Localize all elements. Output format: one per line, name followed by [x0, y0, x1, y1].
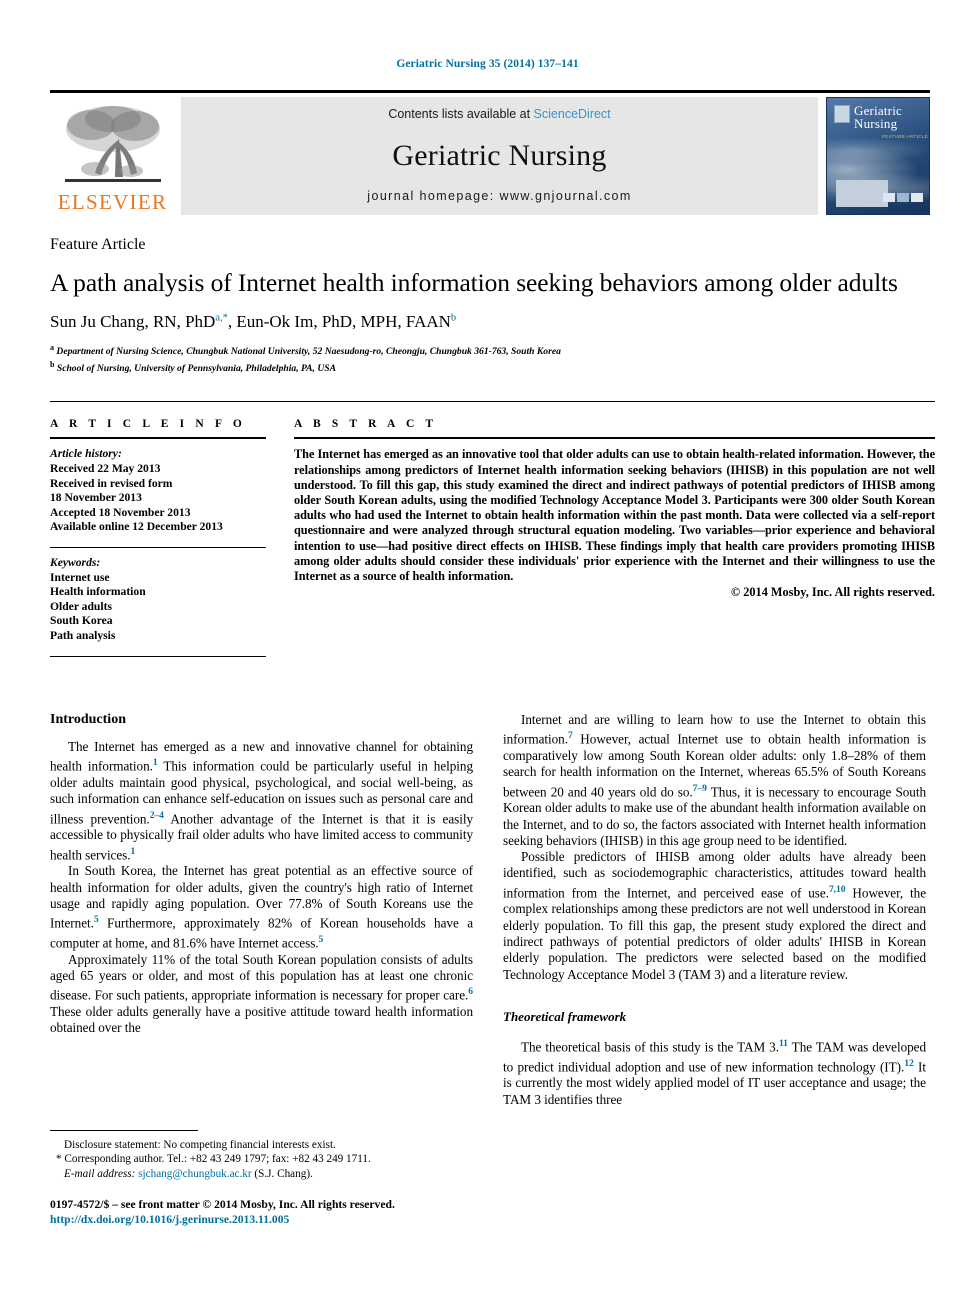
elsevier-logo: ELSEVIER	[50, 97, 175, 215]
issn-copyright-line: 0197-4572/$ – see front matter © 2014 Mo…	[50, 1198, 395, 1211]
affiliation-a-text: Department of Nursing Science, Chungbuk …	[56, 346, 561, 358]
page-title: A path analysis of Internet health infor…	[50, 268, 898, 297]
abstract-column: A B S T R A C T The Internet has emerged…	[294, 418, 935, 656]
article-info-rule	[50, 437, 266, 440]
citation-ref[interactable]: 11	[779, 1038, 788, 1049]
heading-theoretical-framework: Theoretical framework	[503, 1008, 627, 1024]
article-info-heading: A R T I C L E I N F O	[50, 418, 246, 431]
citation-ref[interactable]: 5	[319, 934, 324, 945]
abstract-copyright: © 2014 Mosby, Inc. All rights reserved.	[731, 585, 935, 600]
cover-badges	[883, 193, 923, 202]
footnote-rule	[50, 1130, 198, 1131]
footnote-email: E-mail address: sjchang@chungbuk.ac.kr (…	[50, 1167, 473, 1181]
paragraph-text: These older adults generally have a posi…	[50, 1003, 473, 1036]
keyword-item: Health information	[50, 585, 146, 599]
abstract-rule	[294, 437, 935, 440]
article-section-label: Feature Article	[50, 236, 146, 253]
citation-ref[interactable]: 6	[468, 986, 473, 997]
body-paragraph: Internet and are willing to learn how to…	[503, 712, 926, 849]
contents-prefix: Contents lists available at	[388, 107, 534, 121]
page-footer: 0197-4572/$ – see front matter © 2014 Mo…	[50, 1197, 610, 1227]
paragraph-text: Furthermore, approximately 82% of Korean…	[50, 915, 473, 951]
elsevier-wordmark: ELSEVIER	[57, 190, 168, 214]
keyword-item: South Korea	[50, 614, 113, 628]
article-info-column: A R T I C L E I N F O Article history: R…	[50, 418, 266, 657]
keywords-rule-bottom	[50, 655, 266, 657]
body-paragraph: Possible predictors of IHISB among older…	[503, 849, 926, 983]
cover-label-box	[836, 180, 888, 207]
journal-cover-thumbnail: Geriatric Nursing FEATURE ARTICLE	[826, 97, 930, 215]
contents-lists-line: Contents lists available at ScienceDirec…	[388, 107, 610, 121]
left-paragraphs: The Internet has emerged as a new and in…	[50, 739, 473, 1036]
history-item: 18 November 2013	[50, 491, 142, 505]
history-item: Available online 12 December 2013	[50, 520, 223, 534]
abstract-heading: A B S T R A C T	[294, 418, 438, 431]
footnotes-block: Disclosure statement: No competing finan…	[50, 1130, 473, 1181]
running-head: Geriatric Nursing 35 (2014) 137–141	[396, 58, 579, 70]
elsevier-tree-icon	[64, 106, 161, 182]
author-2: , Eun-Ok Im, PhD, MPH, FAAN	[227, 312, 451, 331]
sciencedirect-link[interactable]: ScienceDirect	[534, 107, 611, 121]
author-2-affil-marker[interactable]: b	[451, 312, 456, 323]
paragraph-text: Approximately 11% of the total South Kor…	[50, 951, 473, 1003]
citation-ref[interactable]: 7,10	[829, 884, 846, 895]
right-paragraphs-2: The theoretical basis of this study is t…	[503, 1036, 926, 1108]
body-column-left: Introduction The Internet has emerged as…	[50, 712, 473, 1108]
cover-title: Geriatric Nursing	[854, 104, 925, 130]
journal-homepage[interactable]: journal homepage: www.gnjournal.com	[367, 189, 631, 203]
body-paragraph: Approximately 11% of the total South Kor…	[50, 952, 473, 1037]
cover-elsevier-mark-icon	[834, 105, 850, 123]
title-block: Feature Article A path analysis of Inter…	[50, 236, 925, 375]
email-suffix: (S.J. Chang).	[254, 1167, 313, 1180]
abstract-text: The Internet has emerged as an innovativ…	[294, 447, 935, 583]
keywords-rule-top	[50, 546, 266, 548]
cover-title-line2: Nursing	[854, 116, 898, 131]
affiliation-b-marker: b	[50, 360, 55, 370]
affiliation-b: b School of Nursing, University of Penns…	[50, 358, 925, 375]
right-paragraphs: Internet and are willing to learn how to…	[503, 712, 926, 983]
article-history-group: Article history: Received 22 May 2013 Re…	[50, 447, 266, 535]
affiliation-a: a Department of Nursing Science, Chungbu…	[50, 341, 925, 358]
journal-article-page: Geriatric Nursing 35 (2014) 137–141 ELSE…	[0, 0, 975, 1305]
history-item: Received 22 May 2013	[50, 461, 161, 475]
body-columns: Introduction The Internet has emerged as…	[50, 712, 935, 1108]
body-paragraph: In South Korea, the Internet has great p…	[50, 863, 473, 951]
history-item: Received in revised form	[50, 476, 173, 490]
citation-ref[interactable]: 1	[131, 846, 136, 857]
history-item: Accepted 18 November 2013	[50, 505, 191, 519]
footnote-corresponding-author: * Corresponding author. Tel.: +82 43 249…	[56, 1153, 371, 1166]
journal-band: Contents lists available at ScienceDirec…	[181, 97, 818, 215]
keywords-label: Keywords:	[50, 555, 101, 569]
journal-title: Geriatric Nursing	[392, 139, 607, 172]
citation-ref[interactable]: 7–9	[693, 783, 707, 794]
body-column-right: Internet and are willing to learn how to…	[503, 712, 926, 1108]
affiliation-a-marker: a	[50, 343, 54, 352]
keywords-group: Keywords: Internet use Health informatio…	[50, 556, 266, 644]
heading-introduction: Introduction	[50, 712, 126, 727]
email-label: E-mail address:	[64, 1167, 136, 1180]
email-link[interactable]: sjchang@chungbuk.ac.kr	[138, 1168, 251, 1180]
keyword-item: Path analysis	[50, 628, 116, 642]
author-list: Sun Ju Chang, RN, PhDa,*, Eun-Ok Im, PhD…	[50, 312, 925, 332]
cover-subtitle: FEATURE ARTICLE	[882, 134, 928, 139]
body-paragraph: The theoretical basis of this study is t…	[503, 1036, 926, 1108]
affiliation-b-text: School of Nursing, University of Pennsyl…	[56, 363, 336, 375]
keyword-item: Internet use	[50, 570, 110, 584]
footnote-disclosure: Disclosure statement: No competing finan…	[64, 1139, 336, 1151]
paragraph-text: The theoretical basis of this study is t…	[521, 1039, 779, 1055]
citation-ref[interactable]: 12	[904, 1058, 914, 1069]
body-paragraph: The Internet has emerged as a new and in…	[50, 739, 473, 863]
doi-link[interactable]: http://dx.doi.org/10.1016/j.gerinurse.20…	[50, 1212, 610, 1227]
article-history-label: Article history:	[50, 447, 122, 461]
author-1-affil-marker[interactable]: a,*	[215, 312, 228, 323]
citation-ref[interactable]: 2–4	[150, 810, 164, 821]
keyword-item: Older adults	[50, 599, 112, 613]
info-abstract-section: A R T I C L E I N F O Article history: R…	[50, 401, 935, 657]
author-1: Sun Ju Chang, RN, PhD	[50, 312, 216, 331]
journal-masthead: ELSEVIER Contents lists available at Sci…	[50, 90, 930, 215]
